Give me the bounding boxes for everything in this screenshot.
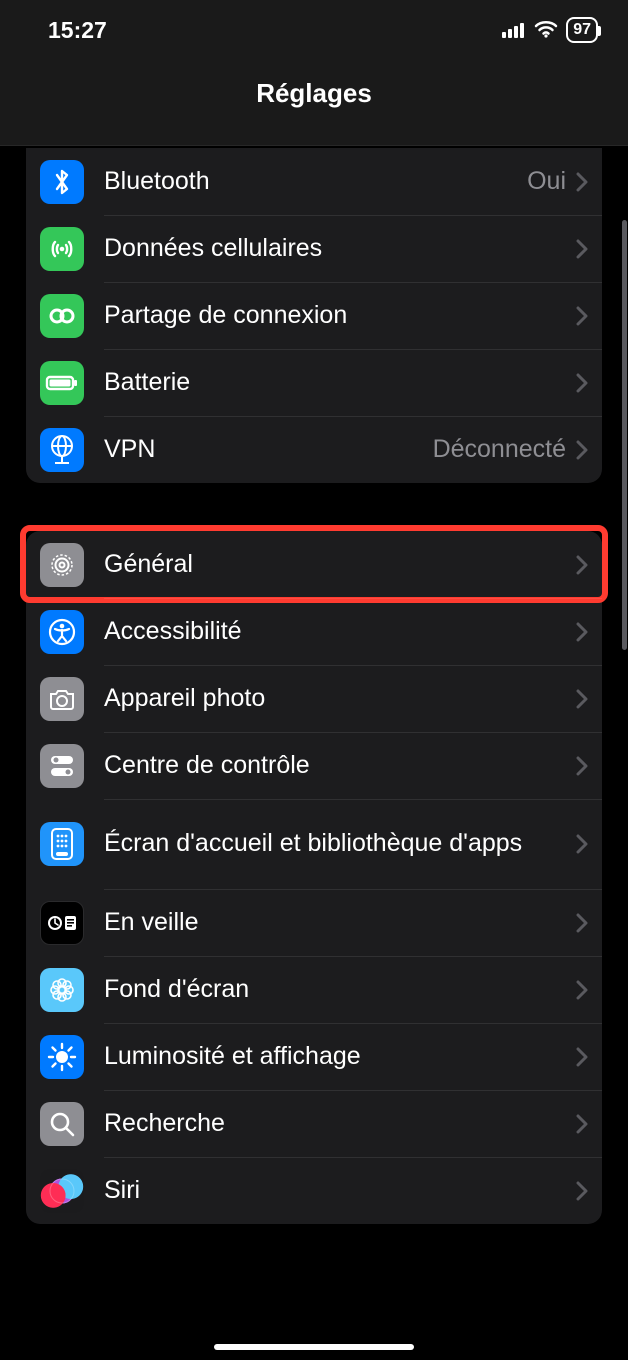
- chevron-right-icon: [576, 622, 588, 642]
- chevron-right-icon: [576, 834, 588, 854]
- settings-group-general: Général Accessibilité Appareil photo Cen…: [26, 531, 602, 1224]
- row-label: Luminosité et affichage: [104, 1041, 576, 1072]
- siri-icon: [40, 1169, 84, 1213]
- row-label: Bluetooth: [104, 166, 527, 197]
- row-label: Données cellulaires: [104, 233, 576, 264]
- battery-row-icon: [40, 361, 84, 405]
- chevron-right-icon: [576, 373, 588, 393]
- row-label: Batterie: [104, 367, 576, 398]
- status-bar: 15:27 97: [0, 0, 628, 60]
- page-title: Réglages: [256, 78, 372, 109]
- globe-icon: [40, 428, 84, 472]
- row-value: Oui: [527, 167, 566, 196]
- row-camera[interactable]: Appareil photo: [26, 665, 602, 732]
- chevron-right-icon: [576, 1181, 588, 1201]
- row-label: Partage de connexion: [104, 300, 576, 331]
- bluetooth-icon: [40, 160, 84, 204]
- row-label: Centre de contrôle: [104, 750, 576, 781]
- chevron-right-icon: [576, 756, 588, 776]
- chevron-right-icon: [576, 239, 588, 259]
- row-standby[interactable]: En veille: [26, 889, 602, 956]
- gear-icon: [40, 543, 84, 587]
- antenna-icon: [40, 227, 84, 271]
- chevron-right-icon: [576, 1047, 588, 1067]
- scroll-indicator[interactable]: [622, 220, 627, 650]
- row-label: Accessibilité: [104, 616, 576, 647]
- row-label: Appareil photo: [104, 683, 576, 714]
- chevron-right-icon: [576, 555, 588, 575]
- chevron-right-icon: [576, 1114, 588, 1134]
- battery-level: 97: [573, 22, 591, 38]
- chevron-right-icon: [576, 440, 588, 460]
- toggles-icon: [40, 744, 84, 788]
- row-siri[interactable]: Siri: [26, 1157, 602, 1224]
- row-display[interactable]: Luminosité et affichage: [26, 1023, 602, 1090]
- header: Réglages: [0, 60, 628, 146]
- row-general[interactable]: Général: [26, 531, 602, 598]
- cellular-icon: [502, 17, 526, 44]
- row-cellular[interactable]: Données cellulaires: [26, 215, 602, 282]
- row-label: En veille: [104, 907, 576, 938]
- wallpaper-icon: [40, 968, 84, 1012]
- battery-icon: 97: [566, 17, 598, 43]
- home-screen-icon: [40, 822, 84, 866]
- row-label: VPN: [104, 434, 433, 465]
- row-label: Recherche: [104, 1108, 576, 1139]
- hotspot-icon: [40, 294, 84, 338]
- row-wallpaper[interactable]: Fond d'écran: [26, 956, 602, 1023]
- camera-icon: [40, 677, 84, 721]
- brightness-icon: [40, 1035, 84, 1079]
- row-label: Siri: [104, 1175, 576, 1206]
- row-vpn[interactable]: VPN Déconnecté: [26, 416, 602, 483]
- row-accessibility[interactable]: Accessibilité: [26, 598, 602, 665]
- row-value: Déconnecté: [433, 435, 566, 464]
- row-battery[interactable]: Batterie: [26, 349, 602, 416]
- chevron-right-icon: [576, 172, 588, 192]
- accessibility-icon: [40, 610, 84, 654]
- row-hotspot[interactable]: Partage de connexion: [26, 282, 602, 349]
- status-right: 97: [502, 17, 598, 44]
- row-label: Fond d'écran: [104, 974, 576, 1005]
- row-bluetooth[interactable]: Bluetooth Oui: [26, 148, 602, 215]
- row-control-center[interactable]: Centre de contrôle: [26, 732, 602, 799]
- standby-icon: [40, 901, 84, 945]
- row-search[interactable]: Recherche: [26, 1090, 602, 1157]
- chevron-right-icon: [576, 980, 588, 1000]
- chevron-right-icon: [576, 913, 588, 933]
- search-icon: [40, 1102, 84, 1146]
- chevron-right-icon: [576, 306, 588, 326]
- home-indicator[interactable]: [214, 1344, 414, 1350]
- row-home-screen[interactable]: Écran d'accueil et bibliothèque d'apps: [26, 799, 602, 889]
- status-time: 15:27: [48, 17, 107, 44]
- wifi-icon: [534, 17, 558, 44]
- row-label: Écran d'accueil et bibliothèque d'apps: [104, 828, 576, 859]
- chevron-right-icon: [576, 689, 588, 709]
- settings-group-network: Bluetooth Oui Données cellulaires Partag…: [26, 148, 602, 483]
- row-label: Général: [104, 549, 576, 580]
